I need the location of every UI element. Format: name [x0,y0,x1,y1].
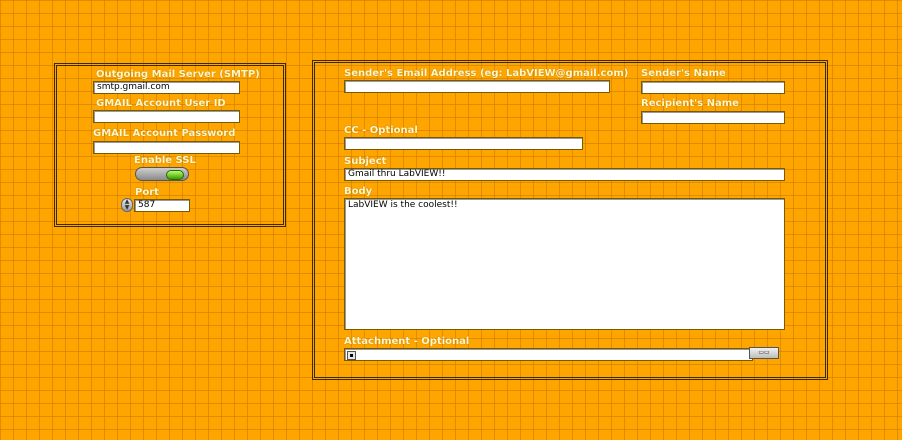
user-id-label: GMAIL Account User ID [96,98,226,109]
sender-name-input[interactable] [641,81,785,94]
password-input[interactable] [93,141,240,154]
smtp-server-input[interactable]: smtp.gmail.com [93,81,240,94]
ssl-led-indicator [166,170,184,180]
subject-input[interactable]: Gmail thru LabVIEW!! [344,168,785,181]
path-icon: ▪ [347,351,356,360]
ssl-label: Enable SSL [134,155,196,166]
smtp-server-label: Outgoing Mail Server (SMTP) [96,69,260,80]
attachment-label: Attachment - Optional [344,336,470,347]
port-input[interactable]: 587 [134,199,190,212]
sender-name-label: Sender's Name [641,68,726,79]
password-label: GMAIL Account Password [93,128,236,139]
ssl-toggle[interactable] [135,167,189,181]
sender-email-input[interactable] [344,80,610,93]
recipient-name-input[interactable] [641,111,785,124]
cc-input[interactable] [344,137,583,150]
port-spinner-icon[interactable]: ▲ ▼ [121,198,133,212]
attachment-path-input[interactable]: ▪ [344,348,753,361]
body-label: Body [344,186,373,197]
sender-email-label: Sender's Email Address (eg: LabVIEW@gmai… [344,68,629,79]
body-textarea[interactable]: LabVIEW is the coolest!! [344,198,785,330]
browse-folder-icon[interactable]: ▭▭ [749,347,779,359]
cc-label: CC - Optional [344,125,418,136]
recipient-name-label: Recipient's Name [641,98,739,109]
port-label: Port [135,187,159,198]
subject-label: Subject [344,156,387,167]
user-id-input[interactable] [93,110,240,123]
